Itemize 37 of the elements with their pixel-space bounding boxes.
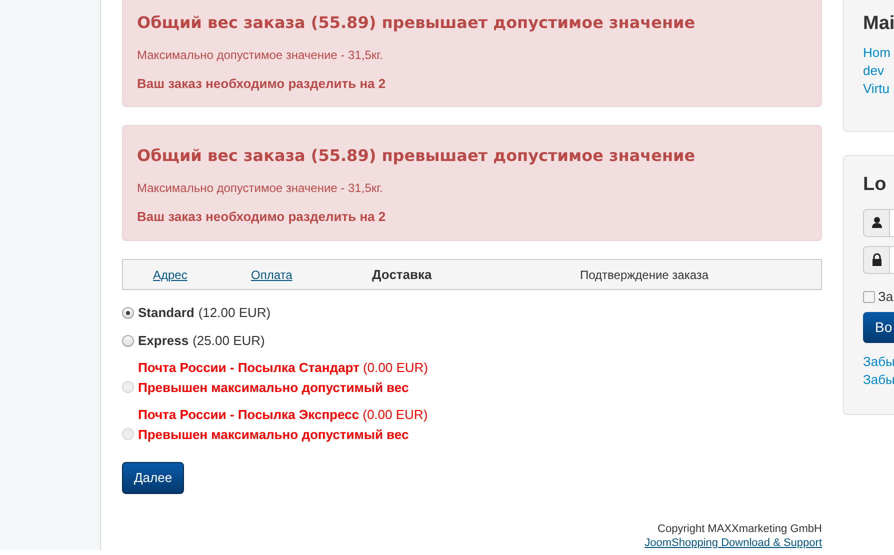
- shipping-price: (25.00 EUR): [192, 332, 265, 350]
- weight-error: Превышен максимально допустимый вес: [138, 378, 409, 397]
- lock-icon: [870, 253, 882, 266]
- remember-label: За: [878, 288, 894, 304]
- forgot-link[interactable]: Забы: [863, 353, 894, 372]
- alert-note: Ваш заказ необходимо разделить на 2: [137, 208, 387, 226]
- weight-error: Превышен максимально допустимый вес: [138, 426, 409, 444]
- next-button[interactable]: Далее: [122, 462, 184, 494]
- step-link[interactable]: Адрес: [153, 266, 217, 284]
- shipping-price: (12.00 EUR): [198, 304, 271, 322]
- alert-title: Общий вес заказа (55.89) превышает допустимое значение: [137, 13, 696, 32]
- radio-button[interactable]: [122, 335, 134, 347]
- shipping-price: (0.00 EUR): [362, 407, 428, 422]
- shipping-price: (0.00 EUR): [362, 360, 428, 375]
- step-label: Доставка: [372, 266, 432, 284]
- alert-detail: Максимально допустимое значение - 31,5кг.: [137, 47, 384, 64]
- panel-title: Lo: [863, 174, 888, 197]
- menu-link[interactable]: dev: [863, 62, 894, 80]
- shipping-option-label: Почта России - Посылка Стандарт: [138, 360, 360, 375]
- login-button[interactable]: Во: [863, 312, 894, 344]
- step-label: Подтверждение заказа: [580, 266, 710, 284]
- shipping-option-name: Express: [138, 332, 189, 350]
- alert-title: Общий вес заказа (55.89) превышает допустимое значение: [137, 146, 696, 166]
- radio-button[interactable]: [122, 307, 134, 319]
- shipping-option-label: Почта России - Посылка Экспресс: [138, 407, 360, 422]
- support-link[interactable]: JoomShopping Download & Support: [644, 536, 822, 548]
- user-icon: [870, 216, 882, 230]
- step-link[interactable]: Оплата: [251, 266, 293, 284]
- copyright-text: Copyright MAXXmarketing GmbH: [656, 522, 822, 536]
- shipping-option-name: Standard: [138, 304, 194, 322]
- alert-detail: Максимально допустимое значение - 31,5кг.: [137, 180, 384, 198]
- menu-link[interactable]: Virtu: [863, 80, 894, 98]
- alert-note: Ваш заказ необходимо разделить на 2: [137, 75, 387, 94]
- remember-checkbox[interactable]: [863, 290, 875, 303]
- panel-title: Mai: [863, 13, 894, 36]
- forgot-link[interactable]: Забы: [863, 371, 894, 390]
- menu-link[interactable]: Hom: [863, 44, 894, 62]
